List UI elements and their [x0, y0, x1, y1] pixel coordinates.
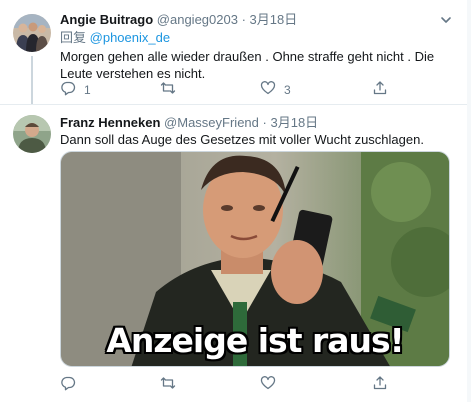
separator: ·: [262, 115, 267, 130]
reply-icon: [60, 80, 76, 99]
tweet-text: Morgen gehen alle wieder draußen . Ohne …: [60, 49, 435, 81]
tweet-actions: 1 3: [60, 80, 410, 98]
timestamp[interactable]: 3月18日: [250, 12, 298, 27]
reply-icon: [60, 375, 76, 394]
mention-link[interactable]: @phoenix_de: [90, 30, 170, 45]
share-button[interactable]: [372, 375, 388, 394]
chevron-down-icon[interactable]: [439, 13, 453, 27]
heart-icon: [260, 375, 276, 394]
reply-button[interactable]: 1: [60, 80, 91, 99]
like-count: 3: [284, 82, 291, 97]
reply-prefix: 回复: [60, 30, 87, 45]
tweet-header: Angie Buitrago @angieg0203 · 3月18日: [60, 12, 297, 28]
like-button[interactable]: 3: [260, 80, 291, 99]
tweet[interactable]: Angie Buitrago @angieg0203 · 3月18日 回复 @p…: [0, 0, 471, 104]
meme-caption: Anzeige ist raus!: [106, 321, 404, 360]
reply-button[interactable]: [60, 375, 76, 394]
like-button[interactable]: [260, 375, 276, 394]
tweet[interactable]: Franz Henneken @MasseyFriend · 3月18日 Dan…: [0, 104, 471, 402]
retweet-button[interactable]: [160, 375, 176, 394]
scrollbar[interactable]: [467, 0, 471, 402]
tweet-text: Dann soll das Auge des Gesetzes mit voll…: [60, 132, 424, 147]
heart-icon: [260, 80, 276, 99]
share-button[interactable]: [372, 80, 388, 99]
timestamp[interactable]: 3月18日: [270, 115, 318, 130]
reply-count: 1: [84, 82, 91, 97]
user-handle[interactable]: @MasseyFriend: [164, 115, 259, 130]
replying-to: 回复 @phoenix_de: [60, 30, 170, 46]
display-name[interactable]: Angie Buitrago: [60, 12, 153, 27]
share-icon: [372, 80, 388, 99]
tweet-header: Franz Henneken @MasseyFriend · 3月18日: [60, 115, 318, 131]
tweet-actions: [60, 375, 410, 393]
avatar[interactable]: [13, 14, 51, 52]
display-name[interactable]: Franz Henneken: [60, 115, 160, 130]
user-handle[interactable]: @angieg0203: [157, 12, 238, 27]
retweet-icon: [160, 375, 176, 394]
share-icon: [372, 375, 388, 394]
separator: ·: [241, 12, 246, 27]
avatar[interactable]: [13, 115, 51, 153]
thread-line: [31, 56, 33, 104]
retweet-icon: [160, 80, 176, 99]
retweet-button[interactable]: [160, 80, 176, 99]
tweet-media-image[interactable]: Anzeige ist raus!: [60, 151, 450, 367]
